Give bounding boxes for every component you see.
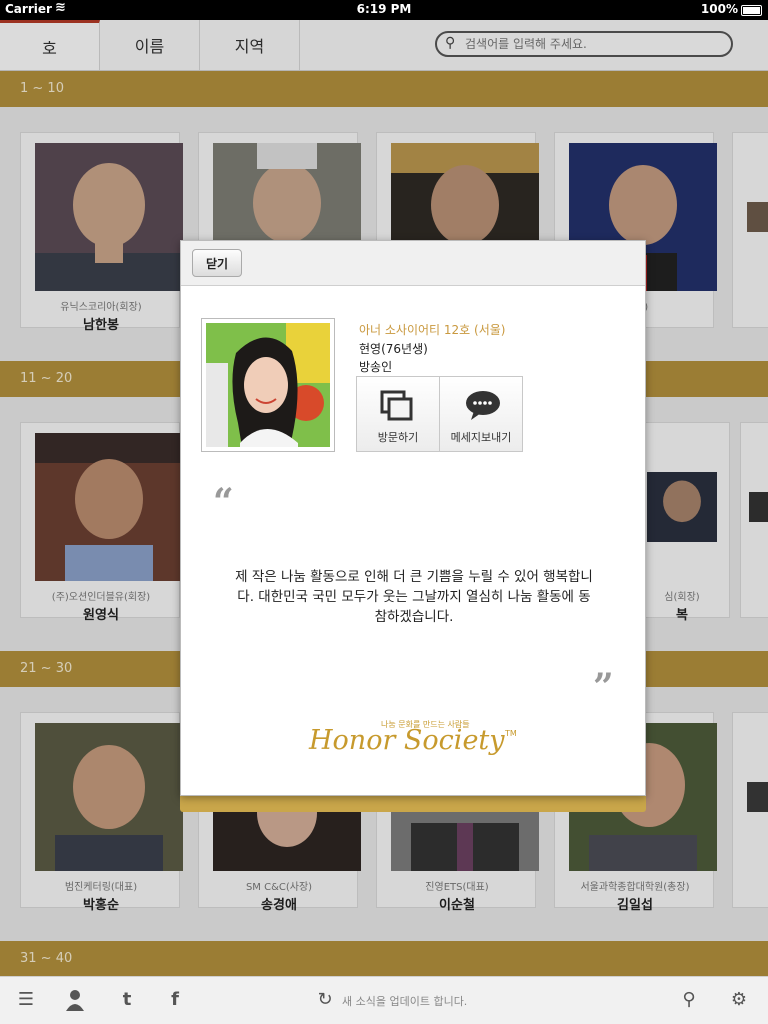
- member-message: 제 작은 나눔 활동으로 인해 더 큰 기쁨을 누릴 수 있어 행복합니다. 대…: [235, 569, 593, 625]
- twitter-icon[interactable]: t: [114, 987, 140, 1013]
- logo-wordmark: Honor Society: [309, 725, 505, 756]
- profile-modal: 닫기 아너 소사이어티 12호 (서울) 현영(76년생) 방송인 방문하기 메…: [180, 240, 646, 812]
- honor-society-logo: 나눔 문화를 만드는 사람들 Honor Society TM: [309, 713, 519, 773]
- visit-button[interactable]: 방문하기: [357, 377, 439, 451]
- bottom-toolbar: ☰ t f ↻ 새 소식을 업데이트 합니다. ⚲ ⚙: [0, 976, 768, 1024]
- profile-icon[interactable]: [62, 987, 88, 1013]
- profile-photo: [201, 318, 335, 452]
- battery-icon: [741, 5, 762, 16]
- chat-bubble-icon: [466, 391, 500, 420]
- member-occupation: 방송인: [359, 360, 393, 374]
- logo-trademark: TM: [505, 729, 517, 738]
- close-button[interactable]: 닫기: [192, 249, 242, 277]
- search-icon[interactable]: ⚲: [676, 987, 702, 1013]
- status-bar: Carrier ≋ 6:19 PM 100%: [0, 0, 768, 20]
- modal-panel: 닫기 아너 소사이어티 12호 (서울) 현영(76년생) 방송인 방문하기 메…: [180, 240, 646, 796]
- send-message-button[interactable]: 메세지보내기: [439, 377, 522, 451]
- list-icon[interactable]: ☰: [13, 987, 39, 1013]
- action-buttons: 방문하기 메세지보내기: [356, 376, 523, 452]
- clock: 6:19 PM: [356, 2, 412, 16]
- member-name-age: 현영(76년생): [359, 342, 428, 356]
- refresh-icon[interactable]: ↻: [312, 987, 338, 1013]
- facebook-icon[interactable]: f: [162, 987, 188, 1013]
- visit-icon: [380, 390, 413, 421]
- close-quote-icon: ”: [593, 666, 614, 708]
- member-number: 아너 소사이어티 12호 (서울): [359, 323, 506, 337]
- open-quote-icon: “: [213, 481, 234, 523]
- gear-icon[interactable]: ⚙: [726, 987, 752, 1013]
- visit-label: 방문하기: [377, 431, 419, 444]
- profile-portrait: [206, 323, 330, 447]
- update-status-text: 새 소식을 업데이트 합니다.: [342, 995, 468, 1008]
- battery-percent: 100%: [700, 2, 738, 16]
- modal-header: 닫기: [181, 241, 645, 286]
- send-message-label: 메세지보내기: [450, 431, 512, 444]
